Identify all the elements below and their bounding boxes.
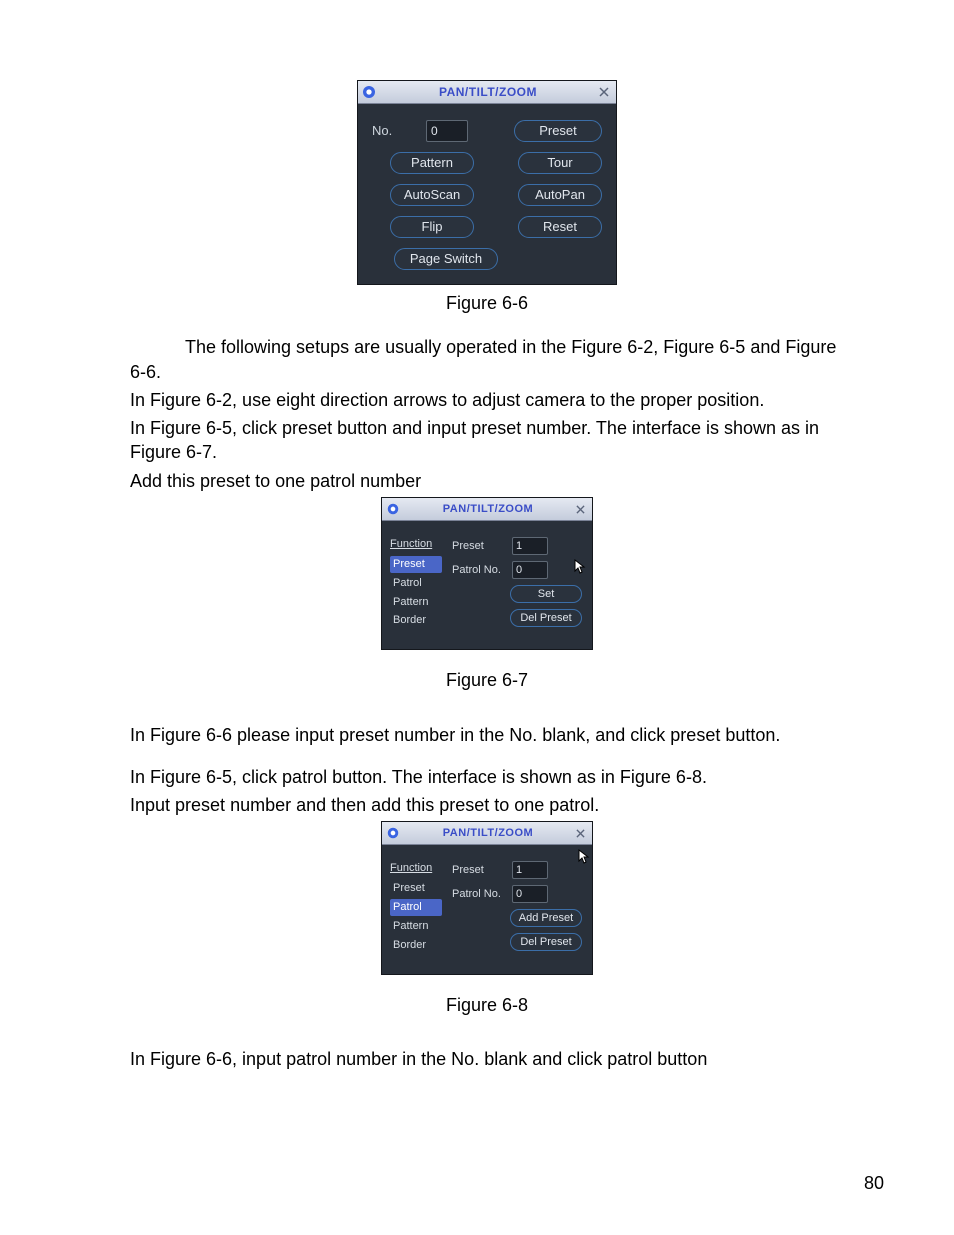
dialog-titlebar: PAN/TILT/ZOOM bbox=[358, 81, 616, 104]
function-list: Function Preset Patrol Pattern Border bbox=[390, 861, 442, 953]
dialog-body: Function Preset Patrol Pattern Border Pr… bbox=[382, 521, 592, 649]
figure-caption-68: Figure 6-8 bbox=[130, 993, 844, 1017]
set-button[interactable]: Set bbox=[510, 585, 582, 603]
right-column: Preset 1 Patrol No. 0 Set Del Preset bbox=[452, 537, 582, 629]
preset-label: Preset bbox=[452, 863, 506, 878]
del-preset-button[interactable]: Del Preset bbox=[510, 609, 582, 627]
body-paragraph: In Figure 6-5, click preset button and i… bbox=[130, 416, 844, 465]
dialog-titlebar: PAN/TILT/ZOOM bbox=[382, 498, 592, 521]
del-preset-button[interactable]: Del Preset bbox=[510, 933, 582, 951]
dialog-title: PAN/TILT/ZOOM bbox=[380, 84, 596, 100]
figure-caption-66: Figure 6-6 bbox=[130, 291, 844, 315]
close-icon[interactable] bbox=[572, 501, 588, 517]
preset-input[interactable]: 1 bbox=[512, 861, 548, 879]
body-paragraph: The following setups are usually operate… bbox=[130, 335, 844, 384]
camera-icon bbox=[384, 824, 402, 842]
function-item-patrol[interactable]: Patrol bbox=[390, 575, 442, 592]
no-input[interactable]: 0 bbox=[426, 120, 468, 142]
preset-input[interactable]: 1 bbox=[512, 537, 548, 555]
dialog-title: PAN/TILT/ZOOM bbox=[404, 826, 572, 841]
body-paragraph: In Figure 6-6, input patrol number in th… bbox=[130, 1047, 844, 1071]
camera-icon bbox=[384, 500, 402, 518]
function-item-pattern[interactable]: Pattern bbox=[390, 918, 442, 935]
preset-button[interactable]: Preset bbox=[514, 120, 602, 142]
add-preset-button[interactable]: Add Preset bbox=[510, 909, 582, 927]
pattern-button[interactable]: Pattern bbox=[390, 152, 474, 174]
body-paragraph: In Figure 6-2, use eight direction arrow… bbox=[130, 388, 844, 412]
tour-button[interactable]: Tour bbox=[518, 152, 602, 174]
function-list: Function Preset Patrol Pattern Border bbox=[390, 537, 442, 629]
page-number: 80 bbox=[864, 1171, 884, 1195]
function-item-preset[interactable]: Preset bbox=[390, 880, 442, 897]
dialog-title: PAN/TILT/ZOOM bbox=[404, 502, 572, 517]
patrol-input[interactable]: 0 bbox=[512, 561, 548, 579]
patrol-label: Patrol No. bbox=[452, 563, 506, 578]
dialog-titlebar: PAN/TILT/ZOOM bbox=[382, 822, 592, 845]
function-heading: Function bbox=[390, 861, 442, 876]
preset-row: Preset 1 bbox=[452, 537, 582, 555]
preset-label: Preset bbox=[452, 539, 506, 554]
ptz-dialog-fig67: PAN/TILT/ZOOM Function Preset Patrol Pat… bbox=[381, 497, 593, 650]
body-paragraph: Add this preset to one patrol number bbox=[130, 469, 844, 493]
right-column: Preset 1 Patrol No. 0 Add Preset Del Pre… bbox=[452, 861, 582, 953]
document-page: PAN/TILT/ZOOM No. 0 Preset Pattern Tour … bbox=[0, 0, 954, 1235]
row-no-preset: No. 0 Preset bbox=[372, 120, 602, 142]
row-page-switch: Page Switch bbox=[372, 248, 602, 270]
function-item-border[interactable]: Border bbox=[390, 937, 442, 954]
function-heading: Function bbox=[390, 537, 442, 552]
no-label: No. bbox=[372, 122, 404, 140]
page-switch-button[interactable]: Page Switch bbox=[394, 248, 498, 270]
patrol-input[interactable]: 0 bbox=[512, 885, 548, 903]
body-paragraph: In Figure 6-5, click patrol button. The … bbox=[130, 765, 844, 789]
dialog-body: Function Preset Patrol Pattern Border Pr… bbox=[382, 845, 592, 973]
autopan-button[interactable]: AutoPan bbox=[518, 184, 602, 206]
patrol-row: Patrol No. 0 bbox=[452, 885, 582, 903]
row-autoscan-autopan: AutoScan AutoPan bbox=[372, 184, 602, 206]
patrol-label: Patrol No. bbox=[452, 887, 506, 902]
patrol-row: Patrol No. 0 bbox=[452, 561, 582, 579]
figure-caption-67: Figure 6-7 bbox=[130, 668, 844, 692]
close-icon[interactable] bbox=[572, 825, 588, 841]
function-item-patrol[interactable]: Patrol bbox=[390, 899, 442, 916]
preset-row: Preset 1 bbox=[452, 861, 582, 879]
function-item-border[interactable]: Border bbox=[390, 612, 442, 629]
ptz-dialog-fig66: PAN/TILT/ZOOM No. 0 Preset Pattern Tour … bbox=[357, 80, 617, 285]
row-pattern-tour: Pattern Tour bbox=[372, 152, 602, 174]
cursor-icon bbox=[578, 849, 590, 865]
row-flip-reset: Flip Reset bbox=[372, 216, 602, 238]
cursor-icon bbox=[574, 559, 586, 575]
function-item-preset[interactable]: Preset bbox=[390, 556, 442, 573]
reset-button[interactable]: Reset bbox=[518, 216, 602, 238]
body-paragraph: In Figure 6-6 please input preset number… bbox=[130, 723, 844, 747]
autoscan-button[interactable]: AutoScan bbox=[390, 184, 474, 206]
flip-button[interactable]: Flip bbox=[390, 216, 474, 238]
function-item-pattern[interactable]: Pattern bbox=[390, 594, 442, 611]
body-paragraph: Input preset number and then add this pr… bbox=[130, 793, 844, 817]
close-icon[interactable] bbox=[596, 84, 612, 100]
dialog-body: No. 0 Preset Pattern Tour AutoScan AutoP… bbox=[358, 104, 616, 284]
ptz-dialog-fig68: PAN/TILT/ZOOM Function Preset Patrol Pat… bbox=[381, 821, 593, 974]
camera-icon bbox=[360, 83, 378, 101]
